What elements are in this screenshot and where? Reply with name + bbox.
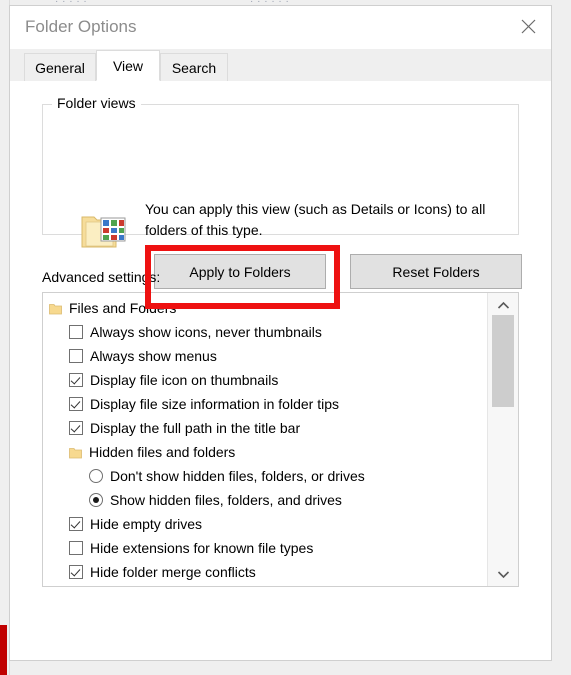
page-title: Folder Options xyxy=(25,17,137,36)
setting-row[interactable]: Display file icon on thumbnails xyxy=(43,368,488,392)
chevron-up-icon[interactable] xyxy=(488,293,518,317)
setting-checkbox[interactable] xyxy=(69,373,83,387)
setting-row[interactable]: Hidden files and folders xyxy=(43,440,488,464)
setting-checkbox[interactable] xyxy=(69,565,83,579)
folder-views-description: You can apply this view (such as Details… xyxy=(145,201,486,238)
setting-label: Don't show hidden files, folders, or dri… xyxy=(110,468,365,484)
reset-folders-button[interactable]: Reset Folders xyxy=(350,254,522,289)
setting-row[interactable]: Don't show hidden files, folders, or dri… xyxy=(43,464,488,488)
setting-label: Display file size information in folder … xyxy=(90,396,339,412)
setting-row[interactable]: Display the full path in the title bar xyxy=(43,416,488,440)
setting-row[interactable]: Display file size information in folder … xyxy=(43,392,488,416)
setting-checkbox[interactable] xyxy=(69,517,83,531)
chevron-down-icon[interactable] xyxy=(488,562,518,586)
setting-label: Hide folder merge conflicts xyxy=(90,564,256,580)
setting-row[interactable]: Show hidden files, folders, and drives xyxy=(43,488,488,512)
advanced-settings-label: Advanced settings: xyxy=(42,269,161,285)
view-tab-panel: Folder views You can apply this view (su… xyxy=(10,81,551,660)
setting-checkbox[interactable] xyxy=(69,541,83,555)
setting-checkbox[interactable] xyxy=(69,421,83,435)
tab-search[interactable]: Search xyxy=(160,53,228,81)
setting-checkbox[interactable] xyxy=(69,349,83,363)
setting-label: Always show icons, never thumbnails xyxy=(90,324,322,340)
scrollbar-thumb[interactable] xyxy=(492,315,514,407)
advanced-settings-listbox[interactable]: Files and Folders Always show icons, neve… xyxy=(42,292,519,587)
tab-view[interactable]: View xyxy=(96,50,160,81)
screen: · · · · · · · · · · · Folder Options Gen… xyxy=(0,0,571,675)
setting-label: Hidden files and folders xyxy=(89,444,236,460)
background-right-rail xyxy=(559,0,571,675)
advanced-settings-scrollbar[interactable] xyxy=(487,293,518,586)
folder-views-legend: Folder views xyxy=(52,95,141,111)
title-bar: Folder Options xyxy=(10,6,551,49)
setting-row[interactable]: Hide extensions for known file types xyxy=(43,536,488,560)
setting-label: Show hidden files, folders, and drives xyxy=(110,492,342,508)
tab-strip: General View Search xyxy=(10,49,551,82)
setting-checkbox[interactable] xyxy=(69,397,83,411)
setting-label: Display the full path in the title bar xyxy=(90,420,301,436)
setting-label: Hide empty drives xyxy=(90,516,203,532)
setting-row[interactable]: Hide folder merge conflicts xyxy=(43,560,488,584)
tab-general[interactable]: General xyxy=(24,53,96,81)
folder-icon xyxy=(49,302,62,315)
close-icon[interactable] xyxy=(506,6,551,46)
setting-label: Hide extensions for known file types xyxy=(90,540,314,556)
setting-row[interactable]: Hide empty drives xyxy=(43,512,488,536)
advanced-settings-list: Files and Folders Always show icons, neve… xyxy=(43,293,488,586)
setting-radio[interactable] xyxy=(89,469,103,483)
folder-thumbnails-icon xyxy=(80,209,128,251)
background-red-accent xyxy=(0,625,7,675)
apply-to-folders-button[interactable]: Apply to Folders xyxy=(154,254,326,289)
setting-row[interactable]: Always show menus xyxy=(43,344,488,368)
setting-radio[interactable] xyxy=(89,493,103,507)
folder-icon xyxy=(69,446,82,459)
setting-label: Files and Folders xyxy=(69,300,177,316)
folder-options-dialog: Folder Options General View Search Folde… xyxy=(9,5,552,661)
setting-row[interactable]: Files and Folders xyxy=(43,296,488,320)
setting-label: Always show menus xyxy=(90,348,217,364)
setting-label: Display file icon on thumbnails xyxy=(90,372,279,388)
setting-checkbox[interactable] xyxy=(69,325,83,339)
setting-row[interactable]: Hide protected operating system files (R… xyxy=(43,584,488,586)
setting-row[interactable]: Always show icons, never thumbnails xyxy=(43,320,488,344)
